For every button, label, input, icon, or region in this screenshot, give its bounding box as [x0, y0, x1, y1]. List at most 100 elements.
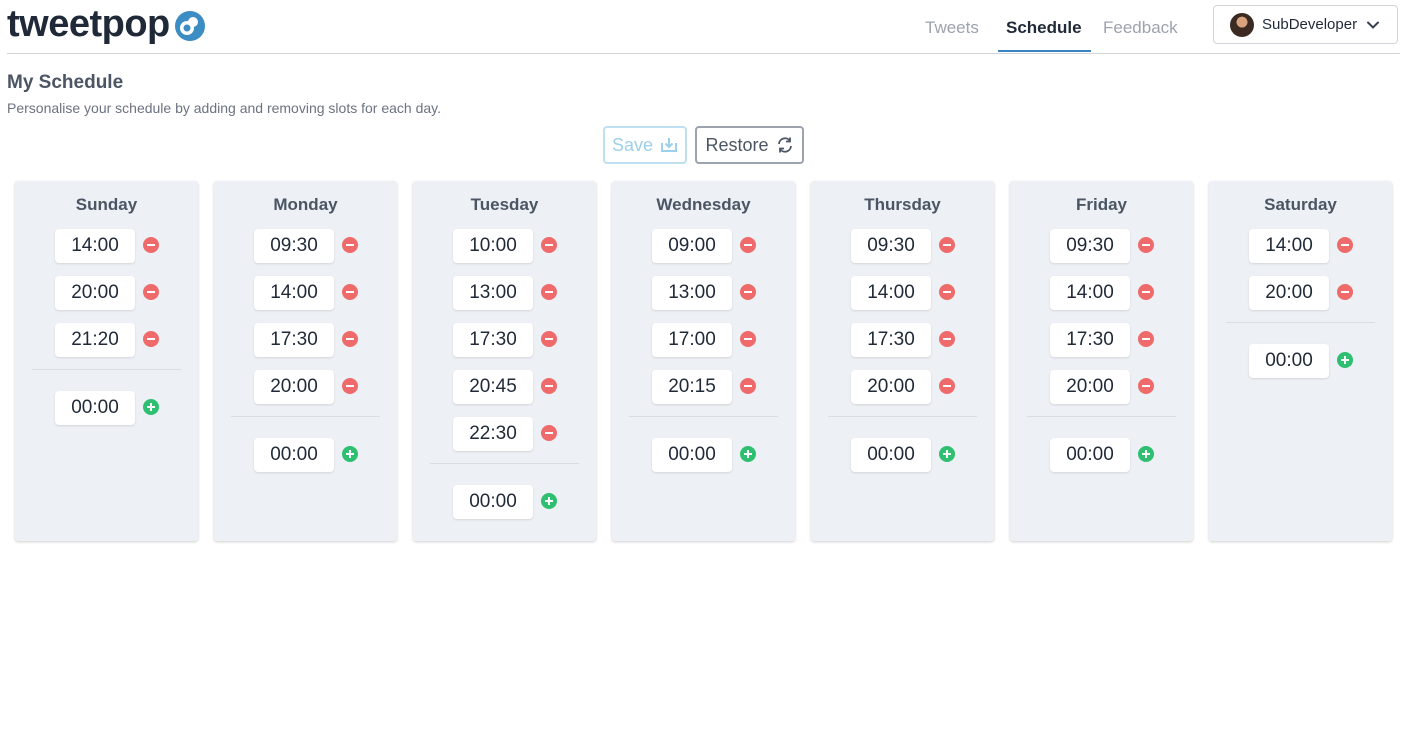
day-column-friday: Friday 09:30 14:00 17:30 20:00 00:00 — [1010, 181, 1193, 541]
time-slot-input[interactable]: 20:15 — [652, 370, 732, 404]
remove-slot-icon[interactable] — [1337, 237, 1353, 253]
save-button[interactable]: Save — [603, 126, 687, 164]
remove-slot-icon[interactable] — [939, 237, 955, 253]
divider — [1027, 416, 1176, 417]
new-slot-input[interactable]: 00:00 — [851, 438, 931, 472]
nav-tweets[interactable]: Tweets — [925, 18, 979, 38]
divider — [430, 463, 579, 464]
remove-slot-icon[interactable] — [939, 284, 955, 300]
nav-schedule[interactable]: Schedule — [1006, 18, 1082, 38]
day-name: Wednesday — [656, 195, 751, 214]
remove-slot-icon[interactable] — [740, 378, 756, 394]
user-name: SubDeveloper — [1262, 16, 1358, 33]
remove-slot-icon[interactable] — [939, 331, 955, 347]
time-slot-input[interactable]: 17:30 — [1050, 323, 1130, 357]
remove-slot-icon[interactable] — [740, 284, 756, 300]
remove-slot-icon[interactable] — [1138, 237, 1154, 253]
time-slot-input[interactable]: 10:00 — [453, 229, 533, 263]
remove-slot-icon[interactable] — [541, 331, 557, 347]
time-slot-input[interactable]: 14:00 — [254, 276, 334, 310]
remove-slot-icon[interactable] — [1138, 331, 1154, 347]
time-slot-input[interactable]: 14:00 — [851, 276, 931, 310]
new-slot-input[interactable]: 00:00 — [55, 391, 135, 425]
divider — [32, 369, 181, 370]
add-slot-icon[interactable] — [740, 446, 756, 462]
remove-slot-icon[interactable] — [342, 331, 358, 347]
add-slot-icon[interactable] — [143, 399, 159, 415]
time-slot-input[interactable]: 21:20 — [55, 323, 135, 357]
time-slot-input[interactable]: 20:45 — [453, 370, 533, 404]
refresh-icon — [777, 137, 792, 153]
remove-slot-icon[interactable] — [143, 331, 159, 347]
new-slot-input[interactable]: 00:00 — [652, 438, 732, 472]
new-slot-input[interactable]: 00:00 — [1249, 344, 1329, 378]
remove-slot-icon[interactable] — [1138, 378, 1154, 394]
remove-slot-icon[interactable] — [342, 378, 358, 394]
remove-slot-icon[interactable] — [541, 378, 557, 394]
remove-slot-icon[interactable] — [740, 331, 756, 347]
time-slot-input[interactable]: 14:00 — [55, 229, 135, 263]
time-slot-input[interactable]: 20:00 — [851, 370, 931, 404]
time-slot-input[interactable]: 17:30 — [453, 323, 533, 357]
add-slot-icon[interactable] — [342, 446, 358, 462]
day-name: Thursday — [864, 195, 941, 214]
remove-slot-icon[interactable] — [541, 284, 557, 300]
time-slot-input[interactable]: 20:00 — [1249, 276, 1329, 310]
time-slot-input[interactable]: 14:00 — [1249, 229, 1329, 263]
time-slot-input[interactable]: 22:30 — [453, 417, 533, 451]
user-menu-button[interactable]: SubDeveloper — [1213, 5, 1398, 44]
remove-slot-icon[interactable] — [342, 237, 358, 253]
time-slot-input[interactable]: 09:30 — [851, 229, 931, 263]
add-slot-icon[interactable] — [1337, 352, 1353, 368]
time-slot-input[interactable]: 09:30 — [254, 229, 334, 263]
time-slot-input[interactable]: 17:00 — [652, 323, 732, 357]
time-slot-input[interactable]: 17:30 — [254, 323, 334, 357]
new-slot-input[interactable]: 00:00 — [254, 438, 334, 472]
top-bar: tweetpop Tweets Schedule Feedback SubDev… — [7, 0, 1400, 54]
day-name: Monday — [273, 195, 338, 214]
day-name: Sunday — [75, 195, 138, 214]
time-slot-input[interactable]: 09:30 — [1050, 229, 1130, 263]
remove-slot-icon[interactable] — [541, 425, 557, 441]
time-slot-input[interactable]: 14:00 — [1050, 276, 1130, 310]
time-slot-input[interactable]: 13:00 — [652, 276, 732, 310]
chevron-down-icon — [1367, 21, 1380, 29]
day-column-monday: Monday 09:30 14:00 17:30 20:00 00:00 — [214, 181, 397, 541]
page-subtitle: Personalise your schedule by adding and … — [7, 100, 441, 116]
logo-mark-icon — [174, 10, 205, 41]
time-slot-input[interactable]: 13:00 — [453, 276, 533, 310]
save-label: Save — [611, 134, 654, 155]
day-column-sunday: Sunday 14:00 20:00 21:20 00:00 — [15, 181, 198, 541]
new-slot-input[interactable]: 00:00 — [453, 485, 533, 519]
remove-slot-icon[interactable] — [143, 237, 159, 253]
divider — [629, 416, 778, 417]
app-logo[interactable]: tweetpop — [7, 3, 206, 46]
day-name: Saturday — [1264, 195, 1337, 214]
time-slot-input[interactable]: 09:00 — [652, 229, 732, 263]
remove-slot-icon[interactable] — [143, 284, 159, 300]
restore-label: Restore — [705, 134, 769, 155]
new-slot-input[interactable]: 00:00 — [1050, 438, 1130, 472]
day-column-saturday: Saturday 14:00 20:00 00:00 — [1209, 181, 1392, 541]
save-icon — [661, 138, 678, 152]
nav-feedback[interactable]: Feedback — [1103, 18, 1178, 38]
remove-slot-icon[interactable] — [740, 237, 756, 253]
avatar — [1230, 12, 1254, 37]
add-slot-icon[interactable] — [1138, 446, 1154, 462]
remove-slot-icon[interactable] — [1337, 284, 1353, 300]
add-slot-icon[interactable] — [939, 446, 955, 462]
restore-button[interactable]: Restore — [695, 126, 804, 164]
remove-slot-icon[interactable] — [1138, 284, 1154, 300]
remove-slot-icon[interactable] — [939, 378, 955, 394]
remove-slot-icon[interactable] — [342, 284, 358, 300]
time-slot-input[interactable]: 20:00 — [254, 370, 334, 404]
remove-slot-icon[interactable] — [541, 237, 557, 253]
active-tab-indicator — [998, 50, 1091, 52]
time-slot-input[interactable]: 20:00 — [1050, 370, 1130, 404]
day-column-thursday: Thursday 09:30 14:00 17:30 20:00 00:00 — [811, 181, 994, 541]
time-slot-input[interactable]: 17:30 — [851, 323, 931, 357]
time-slot-input[interactable]: 20:00 — [55, 276, 135, 310]
add-slot-icon[interactable] — [541, 493, 557, 509]
day-name: Friday — [1075, 195, 1128, 214]
day-column-tuesday: Tuesday 10:00 13:00 17:30 20:45 22:30 00:00 — [413, 181, 596, 541]
